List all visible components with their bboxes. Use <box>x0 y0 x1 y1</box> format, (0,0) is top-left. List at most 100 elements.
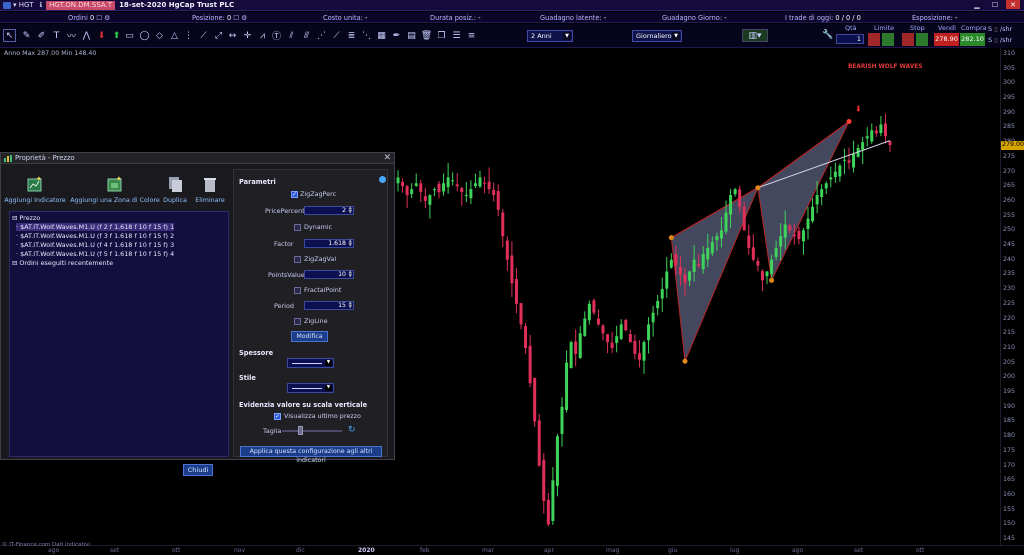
sell-arrow-icon[interactable]: ⬇ <box>95 29 108 42</box>
buy-button[interactable]: 282.10 <box>960 33 985 46</box>
wolf-wave-point-3[interactable] <box>755 185 761 191</box>
tree-item-orders[interactable]: ⊟ Ordini eseguiti recentemente <box>12 259 113 267</box>
time-tick-label: ott <box>172 547 181 554</box>
speed-lines-icon[interactable]: ⟋ <box>330 29 343 42</box>
apply-to-all-button[interactable]: Applica questa configurazione agli altri… <box>240 446 382 464</box>
wolf-wave-point-1[interactable] <box>668 235 674 241</box>
candle-body <box>656 300 660 309</box>
sell-button[interactable]: 278.90 <box>934 33 959 46</box>
close-icon[interactable]: ✕ <box>1006 0 1020 9</box>
grid-tool-icon[interactable]: ▦ <box>375 29 388 42</box>
dialog-title-bar[interactable]: Proprietà - Prezzo ✕ <box>1 153 394 164</box>
triangle-icon[interactable]: △ <box>168 29 181 42</box>
time-axis[interactable]: ago set ott nov dic 2020 feb mar apr mag giu lug ago… <box>0 545 1024 555</box>
minimize-icon[interactable]: ▁ <box>970 0 984 9</box>
stop-buy-button[interactable] <box>916 33 928 46</box>
wolf-wave-point-4[interactable] <box>769 277 775 283</box>
modifica-button[interactable]: Modifica <box>291 331 328 342</box>
fib-fan-icon[interactable]: ⋱ <box>360 29 373 42</box>
buy-arrow-icon[interactable]: ⬆ <box>110 29 123 42</box>
limit-sell-button[interactable] <box>868 33 880 46</box>
candle-body <box>542 459 546 501</box>
maximize-icon[interactable]: ☐ <box>988 0 1002 9</box>
text-icon[interactable]: T <box>50 29 63 42</box>
candle-body <box>537 420 541 466</box>
andrews-icon[interactable]: ⋰ <box>315 29 328 42</box>
pricepercent-input[interactable]: 2 ▲ ▼ <box>304 206 354 215</box>
cursor-icon[interactable]: ↖ <box>3 29 16 42</box>
taglia-slider-handle[interactable] <box>298 426 303 435</box>
candle-body <box>533 377 537 422</box>
marker-icon[interactable]: ✐ <box>35 29 48 42</box>
wolf-wave-upper-line[interactable] <box>671 121 850 239</box>
ellipse-icon[interactable]: ◯ <box>138 29 151 42</box>
visualizza-checkbox[interactable] <box>274 413 281 420</box>
close-button[interactable]: Chiudi <box>183 464 213 476</box>
zigzag-icon[interactable]: ⋀ <box>80 29 93 42</box>
pointsvalue-label: PointsValue <box>268 271 305 279</box>
gann-fan-icon[interactable]: ⫽ <box>285 29 298 42</box>
stile-select[interactable]: ▼ <box>287 383 334 393</box>
rectangle-icon[interactable]: ▭ <box>123 29 136 42</box>
position-info-bar: Ordini 0 ☐ ⚙ Posizione: 0 ☐ ⚙ Costo unit… <box>0 12 1024 23</box>
fibonacci-icon[interactable]: ⩘ <box>256 29 269 42</box>
info-dot-icon[interactable] <box>379 176 386 183</box>
interval-select[interactable]: Giornaliero ▼ <box>632 30 682 42</box>
wrench-icon[interactable]: 🔧 <box>822 30 833 40</box>
info-icon[interactable]: ℹ <box>39 1 42 9</box>
price-tick-label: 175 <box>1003 446 1016 454</box>
list-icon[interactable]: ☰ <box>450 29 463 42</box>
cross-icon[interactable]: ✛ <box>241 29 254 42</box>
tree-item-prezzo[interactable]: ⊟ Prezzo <box>12 214 40 222</box>
trash-icon[interactable]: 🗑 <box>420 29 433 42</box>
stop-sell-button[interactable] <box>902 33 914 46</box>
layers-icon[interactable]: ▤ <box>405 29 418 42</box>
zigzagperc-checkbox[interactable] <box>291 191 298 198</box>
reset-icon[interactable]: ↻ <box>348 425 356 435</box>
wolf-wave-point-2[interactable] <box>682 358 688 364</box>
zigline-checkbox[interactable] <box>294 318 301 325</box>
fib-retracement-icon[interactable]: ≣ <box>345 29 358 42</box>
candle-body <box>478 177 482 187</box>
line-chart-icon[interactable]: 〰 <box>65 29 78 42</box>
candle-body <box>551 480 555 521</box>
symbol-highlight[interactable]: HGT.ON.DM.SSA.T <box>46 0 116 10</box>
dialog-close-icon[interactable]: ✕ <box>383 153 391 163</box>
factor-input[interactable]: 1.618 ▲ ▼ <box>304 239 354 248</box>
limit-buy-button[interactable] <box>882 33 894 46</box>
tree-item-wolf-1[interactable]: · $AT.IT.Wolf.Waves.M1.U (f 2 f 1.618 f … <box>16 223 175 231</box>
price-tick-label: 160 <box>1003 491 1016 498</box>
dynamic-checkbox[interactable] <box>294 224 301 231</box>
period-select[interactable]: 2 Anni ▼ <box>527 30 573 42</box>
channel-icon[interactable]: ⫻ <box>300 29 313 42</box>
candle-body <box>729 195 733 215</box>
candle-body <box>683 274 687 284</box>
zigzagval-checkbox[interactable] <box>294 256 301 263</box>
tree-item-wolf-4[interactable]: · $AT.IT.Wolf.Waves.M1.U (f 5 f 1.618 f … <box>16 250 174 258</box>
chart-type-icon[interactable]: ▥▾ <box>742 29 768 42</box>
fractalpoint-checkbox[interactable] <box>294 287 301 294</box>
symbol-dropdown[interactable]: ▾ HGT <box>13 1 33 9</box>
tree-item-wolf-2[interactable]: · $AT.IT.Wolf.Waves.M1.U (f 3 f 1.618 f … <box>16 232 174 240</box>
candle-body <box>660 289 664 299</box>
bars-icon[interactable]: ≡ <box>465 29 478 42</box>
tree-item-wolf-3[interactable]: · $AT.IT.Wolf.Waves.M1.U (f 4 f 1.618 f … <box>16 241 174 249</box>
price-axis[interactable]: 3103053002952902852802752702652602552502… <box>1000 48 1024 545</box>
shape-icon[interactable]: ◇ <box>153 29 166 42</box>
vertical-line-icon[interactable]: ⋮ <box>182 29 195 42</box>
taglia-slider-track[interactable] <box>282 430 342 432</box>
spessore-select[interactable]: ▼ <box>287 358 334 368</box>
horizontal-line-icon[interactable]: ↔ <box>226 29 239 42</box>
candle-body <box>870 130 874 142</box>
pencil-icon[interactable]: ✎ <box>20 29 33 42</box>
ray-icon[interactable]: ⤢ <box>212 29 225 42</box>
pointsvalue-input[interactable]: 10 ▲ ▼ <box>304 270 354 279</box>
period-input[interactable]: 15 ▲ ▼ <box>304 301 354 310</box>
copy-icon[interactable]: ❐ <box>435 29 448 42</box>
time-tick-label: nov <box>234 547 246 554</box>
brush-icon[interactable]: ✒ <box>390 29 403 42</box>
qta-input[interactable]: 1 <box>836 34 864 44</box>
trendline-icon[interactable]: ⟋ <box>197 29 210 42</box>
fib-text-icon[interactable]: Ⓣ <box>270 29 283 42</box>
wolf-wave-point-5[interactable] <box>846 119 852 125</box>
